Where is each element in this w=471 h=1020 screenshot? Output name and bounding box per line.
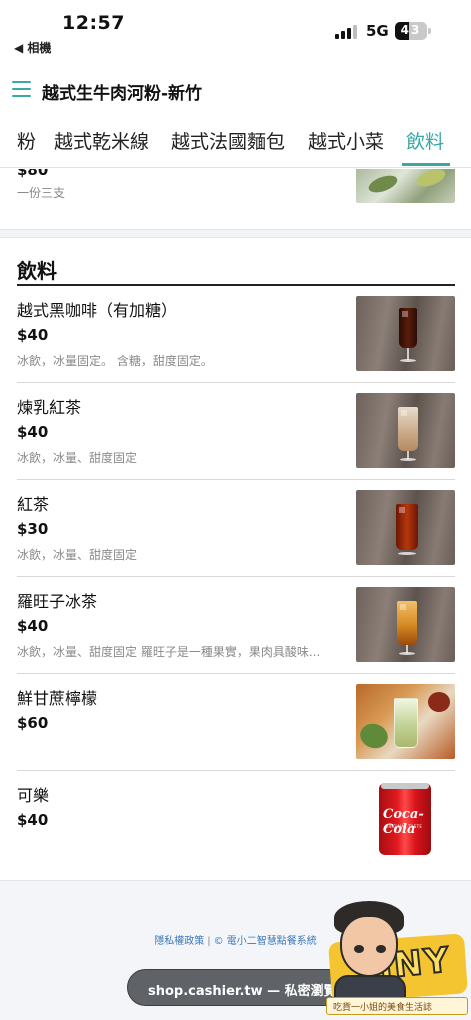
mascot-face — [340, 915, 398, 977]
tab-side-dishes[interactable]: 越式小菜 — [308, 127, 384, 154]
item-image — [356, 393, 455, 468]
watermark-ribbon: 吃貨一小姐的美食生活誌 — [326, 997, 468, 1015]
footer-separator: | — [207, 936, 211, 947]
item-description: 冰飲，冰量、甜度固定 — [17, 451, 138, 465]
status-time: 12:57 — [62, 12, 125, 34]
battery-icon: 43 — [395, 22, 431, 40]
item-name: 羅旺子冰茶 — [17, 592, 98, 611]
battery-level: 43 — [400, 23, 422, 37]
item-price: $60 — [17, 714, 49, 732]
watermark-mascot: TINY 吃貨一小姐的美食生活誌 — [312, 893, 468, 1018]
active-tab-indicator — [402, 163, 450, 166]
item-name: 可樂 — [17, 786, 50, 805]
category-tabs: 粉 越式乾米線 越式法國麵包 越式小菜 飲料 — [0, 118, 471, 168]
section-divider — [0, 229, 471, 238]
tab-banh-mi[interactable]: 越式法國麵包 — [171, 127, 285, 154]
menu-item-black-coffee[interactable]: 越式黑咖啡（有加糖） $40 冰飲，冰量固定。 含糖，甜度固定。 — [17, 286, 455, 383]
item-image — [356, 587, 455, 662]
item-description: 冰飲，冰量、甜度固定 — [17, 548, 138, 562]
privacy-policy-link[interactable]: 隱私權政策 — [154, 936, 204, 947]
status-bar: 12:57 ◀ 相機 5G 43 — [0, 0, 471, 62]
item-description: 一份三支 — [17, 186, 66, 200]
item-price: $40 — [17, 423, 49, 441]
item-price: $40 — [17, 326, 49, 344]
item-image: Coca-Cola ORIGINAL TASTE — [356, 781, 455, 856]
back-to-app-link[interactable]: ◀ 相機 — [14, 39, 51, 56]
watermark-ribbon-text: 吃貨一小姐的美食生活誌 — [333, 1003, 433, 1013]
tab-dry-rice-vermicelli[interactable]: 越式乾米線 — [54, 127, 149, 154]
item-price: $40 — [17, 811, 49, 829]
item-description: 冰飲，冰量固定。 含糖，甜度固定。 — [17, 354, 213, 368]
url-text: shop.cashier.tw — 私密瀏覽 — [148, 984, 337, 999]
menu-item-black-tea[interactable]: 紅茶 $30 冰飲，冰量、甜度固定 — [17, 480, 455, 577]
item-price: $80 — [17, 169, 49, 179]
item-name: 越式黑咖啡（有加糖） — [17, 301, 178, 320]
item-name: 鮮甘蔗檸檬 — [17, 689, 98, 708]
item-image — [356, 684, 455, 759]
store-header: 越式生牛肉河粉-新竹 — [0, 62, 471, 118]
menu-item-sugarcane-lemon[interactable]: 鮮甘蔗檸檬 $60 — [17, 674, 455, 771]
item-description: 冰飲，冰量、甜度固定 羅旺子是一種果實，果肉具酸味... — [17, 645, 321, 659]
network-type: 5G — [366, 22, 389, 40]
store-name: 越式生牛肉河粉-新竹 — [42, 84, 203, 104]
item-price: $30 — [17, 520, 49, 538]
coke-tagline: ORIGINAL TASTE — [385, 824, 423, 829]
item-image — [356, 490, 455, 565]
tab-drinks[interactable]: 飲料 — [406, 127, 444, 154]
section-title: 飲料 — [17, 259, 57, 283]
menu-item-luowangzi-iced-tea[interactable]: 羅旺子冰茶 $40 冰飲，冰量、甜度固定 羅旺子是一種果實，果肉具酸味... — [17, 577, 455, 674]
item-image — [356, 296, 455, 371]
cellular-signal-icon — [335, 25, 357, 39]
coke-logo: Coca-Cola — [383, 807, 424, 837]
list-item[interactable]: $80 一份三支 — [0, 169, 471, 229]
tab-rice-noodles[interactable]: 粉 — [17, 127, 36, 154]
item-image — [356, 169, 455, 203]
menu-item-condensed-milk-tea[interactable]: 煉乳紅茶 $40 冰飲，冰量、甜度固定 — [17, 383, 455, 480]
hamburger-menu-icon[interactable] — [12, 81, 31, 98]
item-name: 煉乳紅茶 — [17, 398, 82, 417]
copyright-link[interactable]: © 電小二智慧點餐系統 — [214, 936, 317, 947]
item-price: $40 — [17, 617, 49, 635]
item-name: 紅茶 — [17, 495, 50, 514]
menu-item-cola[interactable]: 可樂 $40 Coca-Cola ORIGINAL TASTE — [17, 771, 455, 868]
